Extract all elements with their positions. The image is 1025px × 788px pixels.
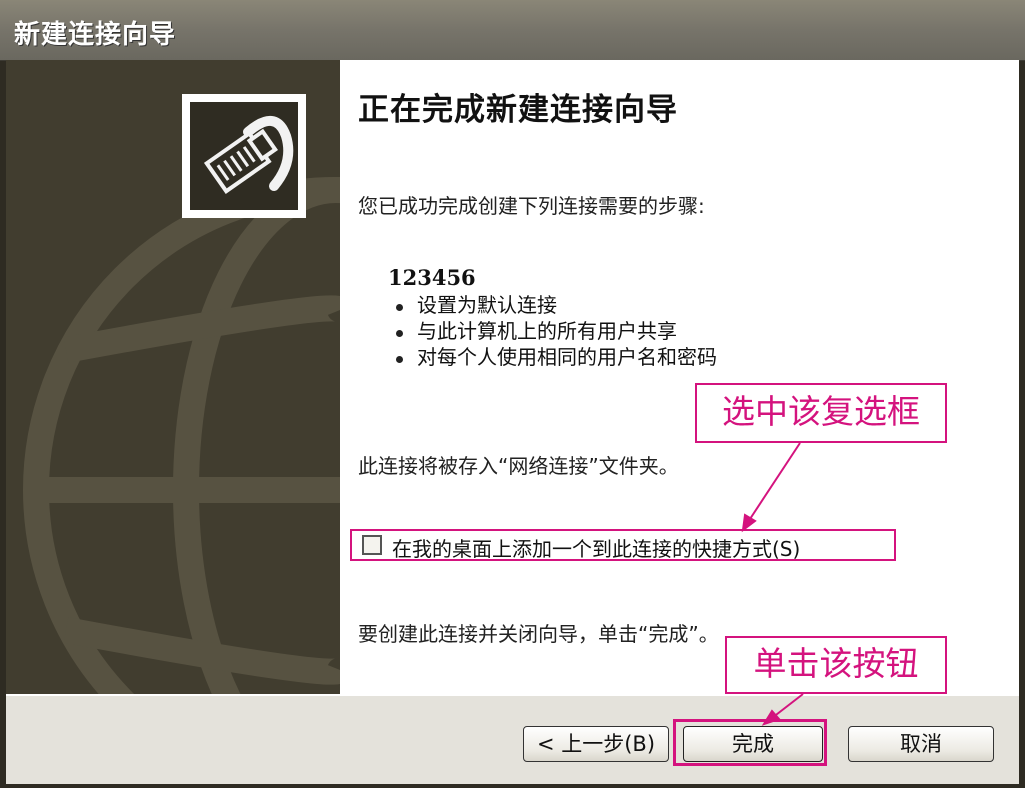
title-bar[interactable]: 新建连接向导 xyxy=(0,0,1025,61)
window-title: 新建连接向导 xyxy=(14,20,177,50)
button-bar: < 上一步(B) 完成 取消 xyxy=(6,694,1019,784)
callout-button: 单击该按钮 xyxy=(725,636,947,694)
finish-button[interactable]: 完成 xyxy=(683,726,823,762)
list-item: 与此计算机上的所有用户共享 xyxy=(392,318,717,344)
shortcut-checkbox[interactable] xyxy=(362,535,382,555)
connection-logo xyxy=(182,94,306,218)
network-cable-icon xyxy=(190,102,298,210)
summary-list: 设置为默认连接 与此计算机上的所有用户共享 对每个人使用相同的用户名和密码 xyxy=(392,292,717,370)
callout-checkbox: 选中该复选框 xyxy=(695,383,947,443)
list-item: 对每个人使用相同的用户名和密码 xyxy=(392,344,717,370)
page-heading: 正在完成新建连接向导 xyxy=(358,92,678,128)
cancel-button[interactable]: 取消 xyxy=(848,726,994,762)
intro-text: 您已成功完成创建下列连接需要的步骤: xyxy=(358,194,705,218)
connection-name: 123456 xyxy=(388,265,476,290)
back-button[interactable]: < 上一步(B) xyxy=(523,726,669,762)
shortcut-checkbox-row[interactable]: 在我的桌面上添加一个到此连接的快捷方式(S) xyxy=(350,529,896,561)
finish-note: 要创建此连接并关闭向导，单击“完成”。 xyxy=(358,622,719,646)
store-note: 此连接将被存入“网络连接”文件夹。 xyxy=(358,454,679,478)
shortcut-checkbox-label[interactable]: 在我的桌面上添加一个到此连接的快捷方式(S) xyxy=(392,533,800,562)
list-item: 设置为默认连接 xyxy=(392,292,717,318)
wizard-content: 正在完成新建连接向导 您已成功完成创建下列连接需要的步骤: 123456 设置为… xyxy=(340,60,1019,694)
